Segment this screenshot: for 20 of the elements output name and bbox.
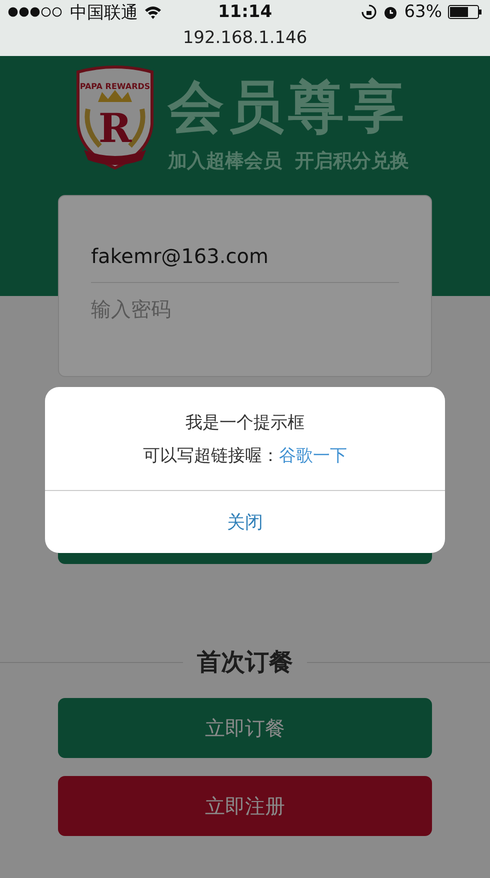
alert-link[interactable]: 谷歌一下	[279, 446, 347, 466]
section-title: 首次订餐	[197, 647, 293, 678]
hero-title: 会员尊享	[168, 78, 409, 138]
hero-subtitle: 加入超棒会员 开启积分兑换	[168, 149, 410, 174]
rotation-lock-icon	[361, 4, 378, 20]
alarm-icon	[383, 4, 398, 20]
signal-icon	[8, 7, 64, 17]
battery-percent: 63%	[404, 2, 442, 22]
battery-icon	[448, 5, 482, 19]
alert-link-text: 可以写超链接喔：谷歌一下	[143, 444, 347, 466]
register-button[interactable]: 立即注册	[58, 776, 432, 836]
page-url: 192.168.1.146	[182, 27, 308, 50]
clock-time: 11:14	[218, 2, 272, 22]
order-button[interactable]: 立即订餐	[58, 698, 432, 758]
email-field[interactable]: fakemr@163.com	[91, 230, 399, 282]
password-field[interactable]: 输入密码	[91, 283, 399, 335]
carrier-name: 中国联通	[70, 2, 138, 24]
alert-message: 我是一个提示框	[186, 412, 304, 434]
wifi-icon	[144, 6, 162, 18]
close-button[interactable]: 关闭	[45, 491, 445, 553]
